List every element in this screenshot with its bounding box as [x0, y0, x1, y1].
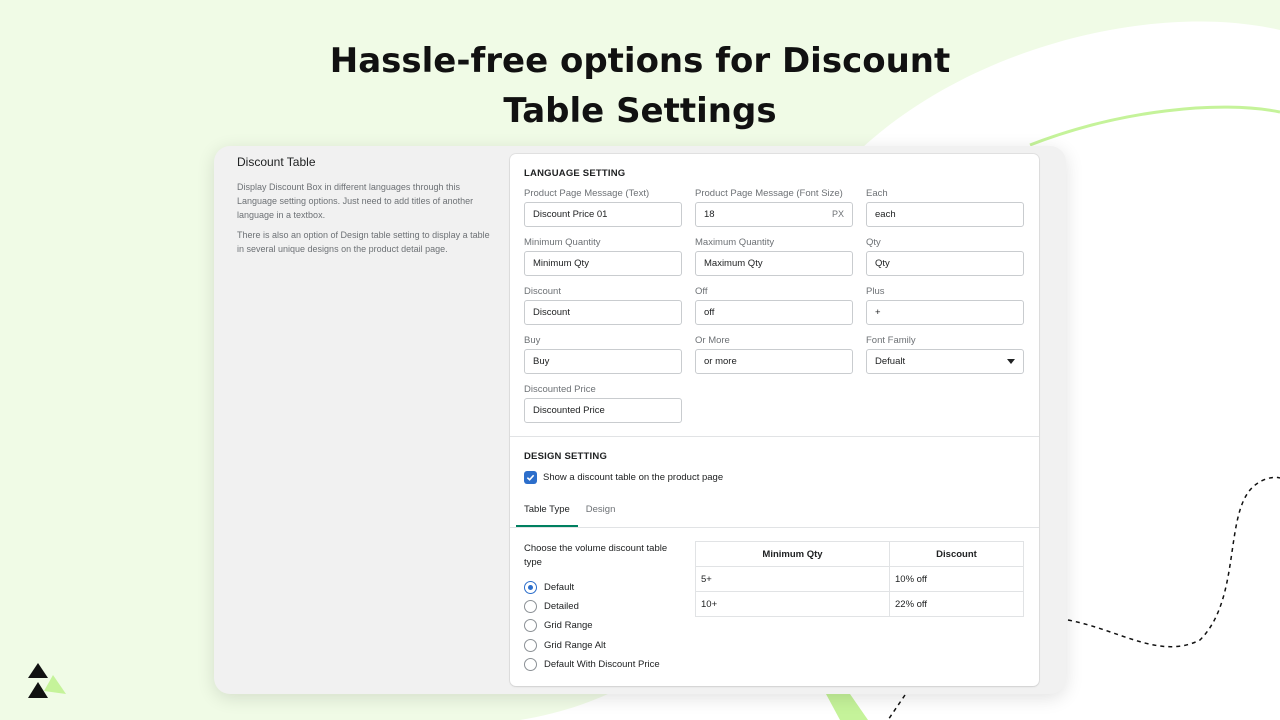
radio-label: Grid Range Alt	[544, 639, 606, 651]
field-off: Off off	[695, 285, 853, 325]
field-label: Or More	[695, 335, 730, 346]
field-each: Each each	[866, 187, 1024, 227]
field-discount: Discount Discount	[524, 285, 682, 325]
field-font-size: Product Page Message (Font Size) 18 PX	[695, 187, 853, 227]
brand-logo-icon	[28, 663, 66, 698]
field-product-page-message-text: Product Page Message (Text) Discount Pri…	[524, 187, 682, 227]
sidebar-description: Discount Table Display Discount Box in d…	[237, 155, 499, 262]
font-size-input[interactable]: 18 PX	[695, 202, 853, 227]
table-cell: 5+	[695, 566, 890, 592]
plus-input[interactable]: +	[866, 300, 1024, 325]
sidebar-paragraph-1: Display Discount Box in different langua…	[237, 182, 474, 220]
field-label: Discounted Price	[524, 384, 596, 395]
table-row: 10+ 22% off	[695, 591, 1024, 617]
hero-title-line1: Hassle-free options for Discount	[329, 41, 951, 81]
px-suffix: PX	[831, 209, 844, 219]
chevron-down-icon	[1007, 359, 1015, 364]
buy-input[interactable]: Buy	[524, 349, 682, 374]
font-family-select[interactable]: Defualt	[866, 349, 1024, 374]
radio-option-default-with-discount-price[interactable]: Default With Discount Price	[524, 655, 660, 674]
radio-option-grid-range-alt[interactable]: Grid Range Alt	[524, 636, 660, 655]
tab-design[interactable]: Design	[578, 497, 624, 527]
radio-button-selected[interactable]	[524, 581, 537, 595]
radio-label: Grid Range	[544, 620, 593, 632]
each-input[interactable]: each	[866, 202, 1024, 227]
radio-button[interactable]	[524, 600, 537, 614]
field-label: Plus	[866, 286, 885, 297]
field-label: Font Family	[866, 335, 916, 346]
radio-button[interactable]	[524, 619, 537, 633]
radio-label: Default With Discount Price	[544, 658, 660, 670]
product-page-message-input[interactable]: Discount Price 01	[524, 202, 682, 227]
checkmark-icon	[526, 474, 535, 481]
field-label: Product Page Message (Font Size)	[695, 188, 843, 199]
minimum-quantity-input[interactable]: Minimum Qty	[524, 251, 682, 276]
radio-label: Default	[544, 582, 575, 594]
table-type-label: Choose the volume discount table type	[524, 543, 668, 568]
tab-bar: Table Type Design	[516, 497, 623, 527]
checkbox-label: Show a discount table on the product pag…	[543, 472, 724, 483]
settings-panel: Discount Table Display Discount Box in d…	[214, 146, 1066, 694]
section-divider	[510, 436, 1039, 437]
tab-table-type[interactable]: Table Type	[516, 497, 578, 527]
field-label: Qty	[866, 237, 881, 248]
hero-title-line2: Table Settings	[503, 91, 777, 131]
settings-card: LANGUAGE SETTING Product Page Message (T…	[510, 154, 1039, 686]
radio-option-detailed[interactable]: Detailed	[524, 597, 660, 616]
column-header: Minimum Qty	[695, 541, 890, 567]
table-cell: 10+	[695, 591, 890, 617]
radio-option-default[interactable]: Default	[524, 578, 660, 597]
field-minimum-quantity: Minimum Quantity Minimum Qty	[524, 236, 682, 276]
radio-option-grid-range[interactable]: Grid Range	[524, 616, 660, 635]
sidebar-title: Discount Table	[237, 155, 316, 169]
field-label: Discount	[524, 286, 561, 297]
field-plus: Plus +	[866, 285, 1024, 325]
checkbox-checked[interactable]	[524, 471, 537, 484]
radio-button[interactable]	[524, 638, 537, 652]
qty-input[interactable]: Qty	[866, 251, 1024, 276]
column-header: Discount	[889, 541, 1024, 567]
field-discounted-price: Discounted Price Discounted Price	[524, 383, 682, 423]
discount-input[interactable]: Discount	[524, 300, 682, 325]
font-size-value: 18	[704, 209, 715, 220]
sidebar-paragraph-2: There is also an option of Design table …	[237, 230, 490, 254]
maximum-quantity-input[interactable]: Maximum Qty	[695, 251, 853, 276]
table-header-row: Minimum Qty Discount	[695, 541, 1024, 567]
radio-label: Detailed	[544, 601, 579, 613]
table-cell: 22% off	[889, 591, 1024, 617]
language-setting-heading: LANGUAGE SETTING	[524, 168, 626, 179]
field-buy: Buy Buy	[524, 334, 682, 374]
field-font-family: Font Family Defualt	[866, 334, 1024, 374]
design-setting-heading: DESIGN SETTING	[524, 451, 608, 462]
field-maximum-quantity: Maximum Quantity Maximum Qty	[695, 236, 853, 276]
show-table-checkbox-row[interactable]: Show a discount table on the product pag…	[524, 471, 723, 484]
tab-divider	[510, 527, 1039, 528]
field-label: Minimum Quantity	[524, 237, 601, 248]
field-label: Each	[866, 188, 888, 199]
hero-title: Hassle-free options for Discount Table S…	[0, 36, 1280, 136]
or-more-input[interactable]: or more	[695, 349, 853, 374]
field-label: Maximum Quantity	[695, 237, 775, 248]
off-input[interactable]: off	[695, 300, 853, 325]
table-type-radio-group: Default Detailed Grid Range Grid Range A…	[524, 578, 660, 674]
font-family-value: Defualt	[875, 356, 906, 367]
table-row: 5+ 10% off	[695, 566, 1024, 592]
discounted-price-input[interactable]: Discounted Price	[524, 398, 682, 423]
table-cell: 10% off	[889, 566, 1024, 592]
field-label: Product Page Message (Text)	[524, 188, 650, 199]
radio-button[interactable]	[524, 657, 537, 671]
field-label: Buy	[524, 335, 541, 346]
field-label: Off	[695, 286, 708, 297]
field-qty: Qty Qty	[866, 236, 1024, 276]
field-or-more: Or More or more	[695, 334, 853, 374]
discount-preview-table: Minimum Qty Discount 5+ 10% off 10+ 22% …	[695, 541, 1024, 617]
